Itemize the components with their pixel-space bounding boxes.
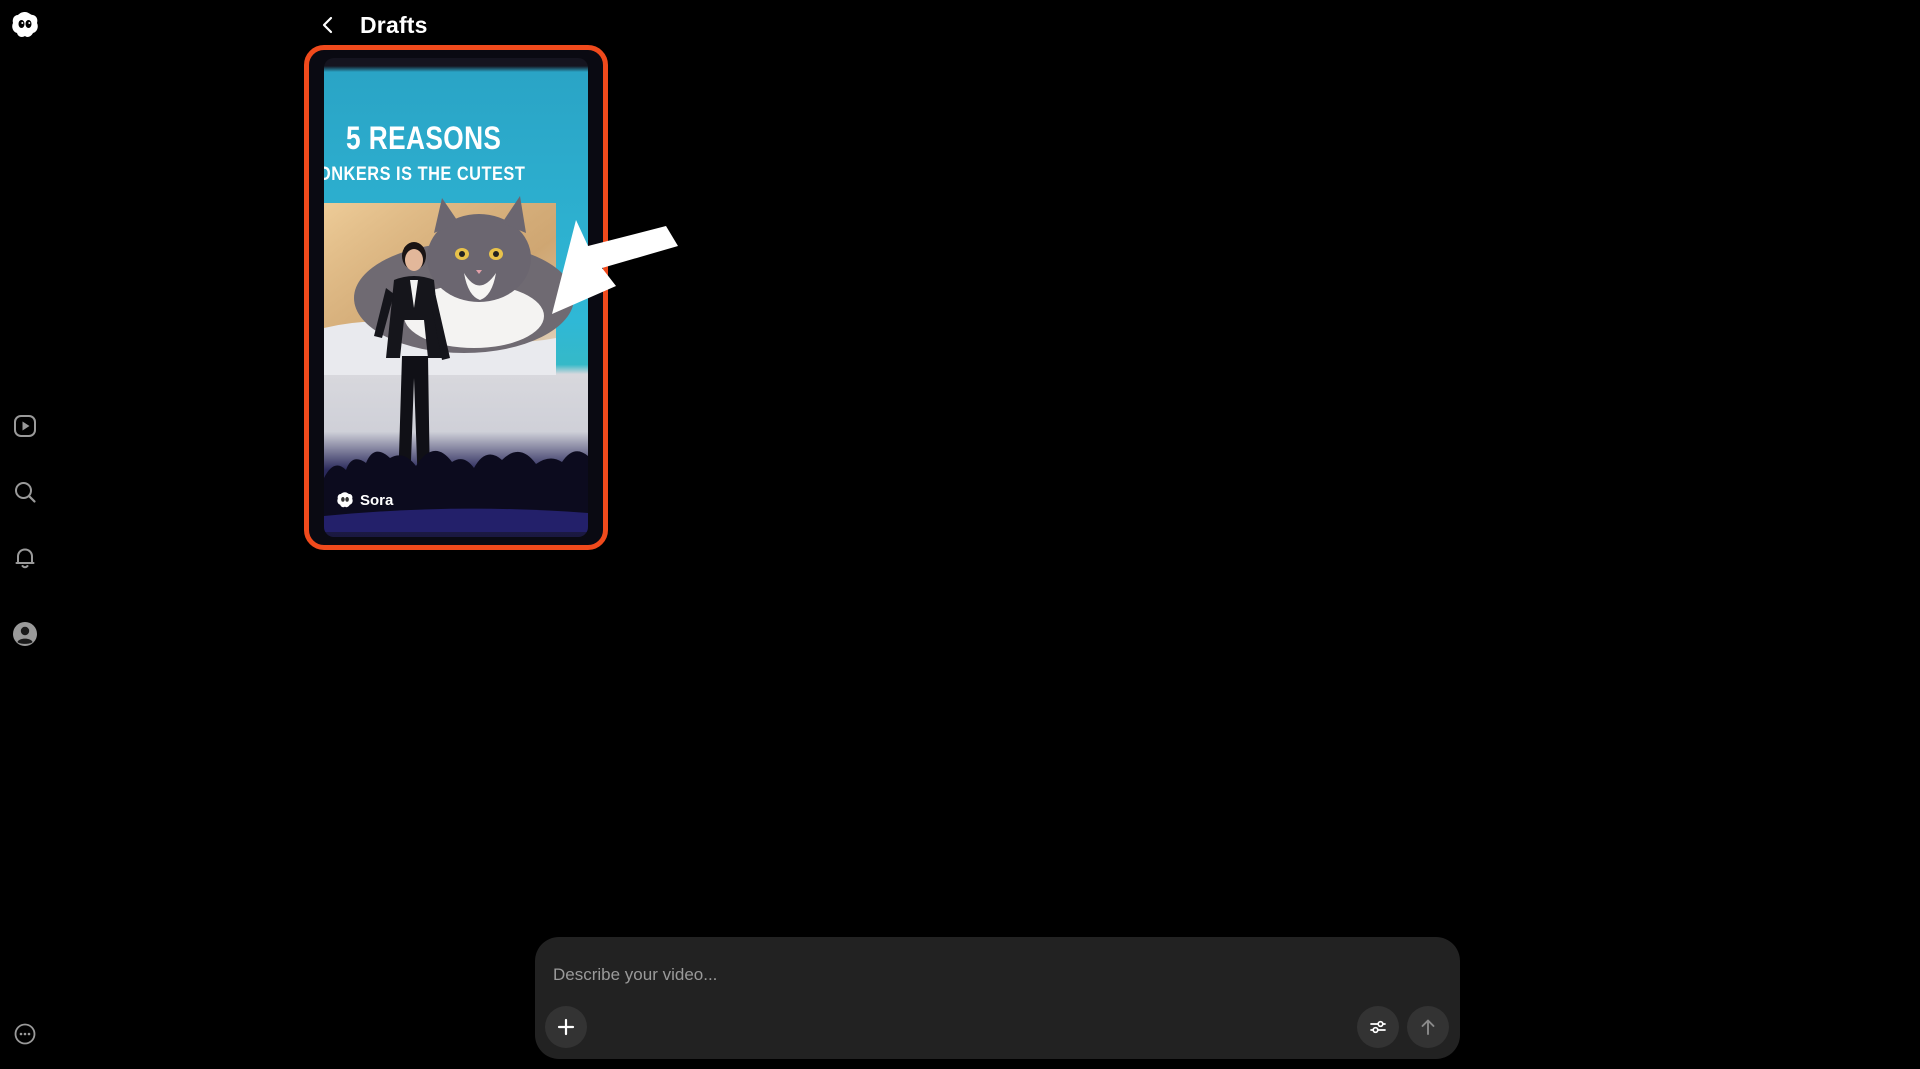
page-header: Drafts <box>314 6 428 44</box>
arrow-up-icon <box>1421 1019 1435 1035</box>
sora-logo-icon[interactable] <box>8 8 42 42</box>
play-icon[interactable] <box>8 409 42 443</box>
app-root: Drafts 5 REASONS ONKERS IS THE CUTEST So… <box>0 0 1920 1069</box>
callout-arrow-icon <box>552 220 678 314</box>
bell-icon[interactable] <box>8 541 42 575</box>
back-button[interactable] <box>314 11 342 39</box>
draft-thumbnail: 5 REASONS ONKERS IS THE CUTEST Sora <box>324 58 588 537</box>
thumbnail-watermark: Sora <box>336 491 393 509</box>
sora-watermark-icon <box>337 492 353 508</box>
send-button[interactable] <box>1407 1006 1449 1048</box>
user-icon[interactable] <box>8 617 42 651</box>
more-icon[interactable] <box>8 1017 42 1051</box>
plus-icon <box>557 1018 575 1036</box>
settings-button[interactable] <box>1357 1006 1399 1048</box>
add-media-button[interactable] <box>545 1006 587 1048</box>
thumbnail-subline: ONKERS IS THE CUTEST <box>324 164 526 185</box>
thumbnail-brand-label: Sora <box>360 491 394 509</box>
prompt-composer <box>535 937 1460 1059</box>
chevron-left-icon <box>322 16 333 34</box>
sliders-icon <box>1370 1020 1386 1034</box>
search-icon[interactable] <box>8 475 42 509</box>
sidebar <box>0 0 52 1069</box>
prompt-input[interactable] <box>553 961 1433 989</box>
thumbnail-headline: 5 REASONS <box>346 120 502 156</box>
page-title: Drafts <box>360 11 428 38</box>
